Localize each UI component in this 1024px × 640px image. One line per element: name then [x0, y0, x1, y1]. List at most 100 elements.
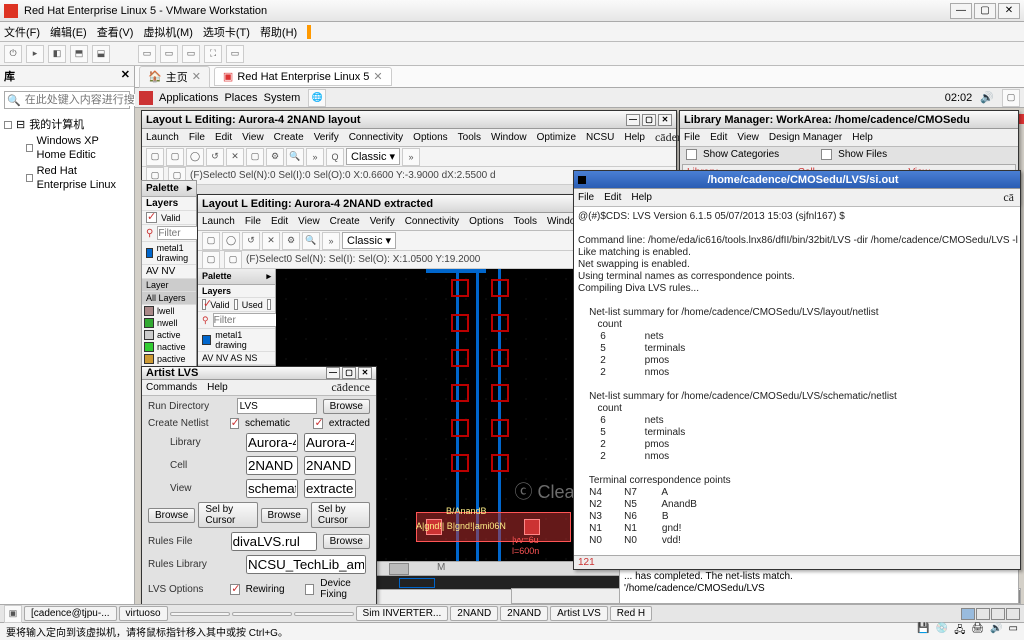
- redhat-icon[interactable]: [139, 91, 153, 105]
- close-icon[interactable]: ✕: [358, 367, 372, 379]
- task-item[interactable]: virtuoso: [119, 606, 168, 621]
- close-button[interactable]: ✕: [998, 3, 1020, 19]
- menu-view[interactable]: 查看(V): [97, 24, 134, 40]
- tab-vm[interactable]: ▣ Red Hat Enterprise Linux 5 ✕: [214, 67, 392, 86]
- rules-file-input[interactable]: [231, 532, 317, 551]
- menu-edit[interactable]: 编辑(E): [50, 24, 87, 40]
- toolbar-btn[interactable]: ▭: [182, 45, 200, 63]
- close-icon[interactable]: ✕: [121, 68, 130, 84]
- toolbar-btn[interactable]: ▭: [226, 45, 244, 63]
- tool-icon[interactable]: ✕: [262, 232, 280, 250]
- tool-icon[interactable]: ▢: [224, 251, 242, 269]
- menu-item[interactable]: Commands: [146, 382, 197, 393]
- minimize-icon[interactable]: —: [326, 367, 340, 379]
- all-layers[interactable]: All Layers: [142, 292, 196, 305]
- minimize-icon[interactable]: —: [626, 114, 640, 126]
- tool-icon[interactable]: ▢: [202, 251, 220, 269]
- layer-row[interactable]: pactive: [142, 353, 196, 365]
- log-area[interactable]: ... has completed. The net-lists match. …: [619, 568, 1019, 604]
- menu-item[interactable]: NCSU: [586, 132, 614, 143]
- tool-icon[interactable]: Q: [326, 148, 344, 166]
- maximize-icon[interactable]: ▢: [642, 114, 656, 126]
- cell-e-input[interactable]: [304, 456, 356, 475]
- menu-item[interactable]: Launch: [202, 216, 235, 227]
- menu-item[interactable]: Launch: [146, 132, 179, 143]
- tool-icon[interactable]: ▢: [202, 232, 220, 250]
- layer-row[interactable]: nactive: [142, 341, 196, 353]
- menu-item[interactable]: Options: [413, 132, 447, 143]
- lib-s-input[interactable]: [246, 433, 298, 452]
- menu-item[interactable]: Create: [330, 216, 360, 227]
- menu-item[interactable]: File: [578, 192, 594, 203]
- tool-icon[interactable]: »: [306, 148, 324, 166]
- task-item[interactable]: Artist LVS: [550, 606, 608, 621]
- menu-item[interactable]: Connectivity: [349, 132, 403, 143]
- task-item[interactable]: 2NAND: [500, 606, 548, 621]
- device-icon[interactable]: 🖨: [971, 623, 984, 640]
- menu-item[interactable]: Tools: [458, 132, 481, 143]
- speaker-icon[interactable]: 🔊: [980, 91, 994, 104]
- chevron-icon[interactable]: ▸: [187, 183, 192, 194]
- close-icon[interactable]: ✕: [658, 114, 672, 126]
- workspace-select[interactable]: Classic ▾: [346, 148, 400, 165]
- browse-button[interactable]: Browse: [323, 399, 370, 414]
- show-files-check[interactable]: [821, 149, 832, 160]
- menu-item[interactable]: Tools: [514, 216, 537, 227]
- device-icon[interactable]: 💾: [917, 623, 929, 640]
- device-icon[interactable]: 💿: [936, 623, 948, 640]
- zoom-icon[interactable]: 🔍: [286, 148, 304, 166]
- layer-row[interactable]: active: [142, 329, 196, 341]
- menu-item[interactable]: Edit: [604, 192, 621, 203]
- lib-e-input[interactable]: [304, 433, 356, 452]
- workspace-1[interactable]: [961, 608, 975, 620]
- sel-cursor-button[interactable]: Sel by Cursor: [311, 502, 370, 528]
- layer-row[interactable]: nwell: [142, 317, 196, 329]
- layer-row[interactable]: lwell: [142, 305, 196, 317]
- menu-item[interactable]: Help: [631, 192, 652, 203]
- close-icon[interactable]: ✕: [192, 70, 201, 83]
- workspace-3[interactable]: [991, 608, 1005, 620]
- task-item[interactable]: [cadence@tjpu-...: [24, 606, 117, 621]
- task-item[interactable]: [232, 612, 292, 616]
- gnome-places[interactable]: Places: [224, 92, 257, 104]
- menu-item[interactable]: Connectivity: [405, 216, 459, 227]
- task-item[interactable]: Sim INVERTER...: [356, 606, 449, 621]
- tool-icon[interactable]: »: [322, 232, 340, 250]
- clock[interactable]: 02:02: [945, 92, 973, 104]
- tool-icon[interactable]: ▢: [246, 148, 264, 166]
- tool-icon[interactable]: ⚙: [266, 148, 284, 166]
- menu-item[interactable]: Help: [207, 382, 228, 393]
- view-e-input[interactable]: [304, 479, 356, 498]
- run-dir-input[interactable]: [237, 398, 317, 414]
- layer-swatch[interactable]: [146, 248, 153, 258]
- toolbar-power-icon[interactable]: ⏻: [4, 45, 22, 63]
- library-tree[interactable]: ⊟我的计算机 Windows XP Home Editic Red Hat En…: [0, 113, 134, 197]
- toolbar-fullscreen-icon[interactable]: ⛶: [204, 45, 222, 63]
- menu-tabs[interactable]: 选项卡(T): [203, 24, 250, 40]
- menu-item[interactable]: Edit: [215, 132, 232, 143]
- library-search[interactable]: 🔍 ▾: [4, 91, 130, 109]
- tree-root[interactable]: ⊟我的计算机: [4, 117, 130, 133]
- show-cat-check[interactable]: [686, 149, 697, 160]
- palette-1[interactable]: Palette▸ Layers Valid ⚲ metal1 drawing A…: [141, 180, 197, 380]
- gnome-system[interactable]: System: [264, 92, 301, 104]
- tool-icon[interactable]: ↺: [242, 232, 260, 250]
- browser-icon[interactable]: 🌐: [308, 89, 326, 107]
- sel-cursor-button[interactable]: Sel by Cursor: [198, 502, 257, 528]
- workspace-select[interactable]: Classic ▾: [342, 232, 396, 249]
- task-item[interactable]: Red H: [610, 606, 652, 621]
- cell-s-input[interactable]: [246, 456, 298, 475]
- menu-vm[interactable]: 虚拟机(M): [143, 24, 193, 40]
- device-icon[interactable]: 🔊: [990, 623, 1002, 640]
- workspace-2[interactable]: [976, 608, 990, 620]
- menu-item[interactable]: File: [189, 132, 205, 143]
- toolbar-snapshot-icon[interactable]: ◧: [48, 45, 66, 63]
- tool-icon[interactable]: ◯: [222, 232, 240, 250]
- tool-icon[interactable]: ▢: [166, 148, 184, 166]
- toolbar-btn[interactable]: ⬓: [92, 45, 110, 63]
- menu-item[interactable]: Options: [469, 216, 503, 227]
- tool-icon[interactable]: »: [402, 148, 420, 166]
- menu-item[interactable]: View: [242, 132, 264, 143]
- tool-icon[interactable]: ◯: [186, 148, 204, 166]
- browse-button[interactable]: Browse: [261, 508, 308, 523]
